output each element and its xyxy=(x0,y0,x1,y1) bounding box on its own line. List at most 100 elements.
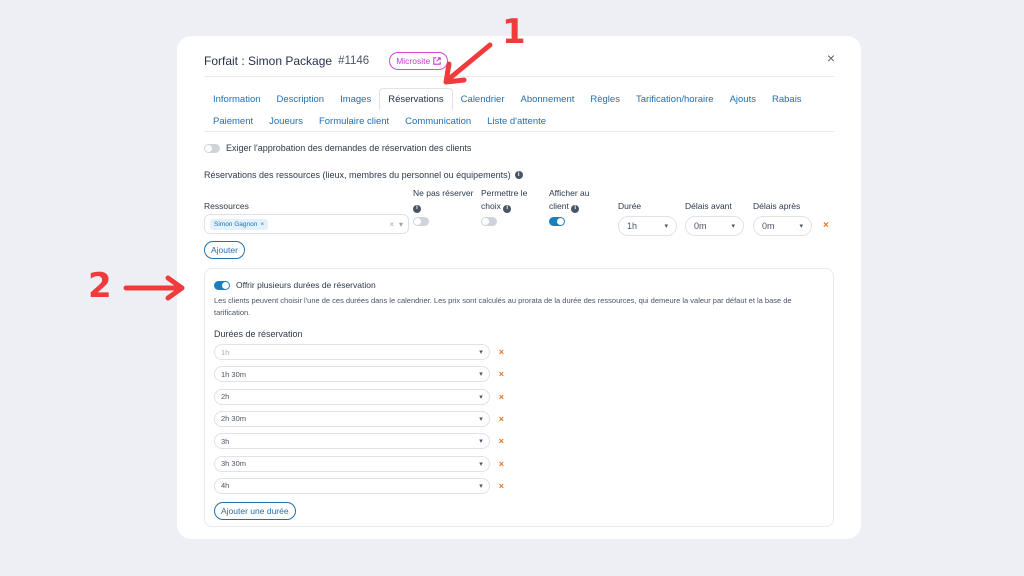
duration-option-value: 4h xyxy=(221,481,230,491)
annotation-number-2: 2 xyxy=(88,266,112,306)
col-allow-choice-line2: choix i xyxy=(481,200,527,213)
multi-duration-setting: Offrir plusieurs durées de réservation xyxy=(214,280,376,290)
tab-rabais[interactable]: Rabais xyxy=(764,88,810,110)
approval-toggle[interactable] xyxy=(204,143,220,153)
tab-description[interactable]: Description xyxy=(269,88,333,110)
col-resources: Ressources xyxy=(204,201,249,211)
duration-option-value: 1h 30m xyxy=(221,369,247,379)
delay-after-value: 0m xyxy=(762,221,775,231)
duration-option-select[interactable]: 3h ▾ xyxy=(214,433,490,450)
duration-row: 3h ▾ × xyxy=(214,433,504,450)
delay-after-select[interactable]: 0m ▾ xyxy=(753,216,812,236)
col-show-client-line2-text: client xyxy=(549,201,569,211)
modal-title: Forfait : Simon Package #1146 Microsite xyxy=(204,52,449,70)
chevron-down-icon: ▾ xyxy=(479,393,483,401)
resources-select[interactable]: Simon Gagnon × × ▾ xyxy=(204,214,409,234)
tab-row-1: Information Description Images Réservations… xyxy=(205,88,835,110)
info-icon: i xyxy=(413,204,421,213)
tab-ajouts[interactable]: Ajouts xyxy=(722,88,764,110)
tabs-divider xyxy=(204,131,834,132)
duration-option-select[interactable]: 1h ▾ xyxy=(214,344,490,360)
annotation-arrow-icon xyxy=(123,275,185,301)
package-number: #1146 xyxy=(338,55,370,67)
multi-duration-description: Les clients peuvent choisir l'une de ces… xyxy=(214,296,792,317)
col-delay-after: Délais après xyxy=(753,201,801,211)
duration-option-value: 2h xyxy=(221,392,230,402)
tab-communication[interactable]: Communication xyxy=(397,110,479,132)
allow-choice-toggle[interactable] xyxy=(481,217,497,226)
clear-icon[interactable]: × xyxy=(389,220,394,229)
remove-resource-icon[interactable]: × xyxy=(823,220,829,231)
add-resource-button[interactable]: Ajouter xyxy=(204,241,245,259)
resource-chip-label: Simon Gagnon xyxy=(214,220,258,228)
resource-chip: Simon Gagnon × xyxy=(210,218,269,230)
chip-remove-icon[interactable]: × xyxy=(260,221,264,228)
col-allow-choice-line2-text: choix xyxy=(481,201,501,211)
tab-tarification-horaire[interactable]: Tarification/horaire xyxy=(628,88,722,110)
multi-duration-toggle[interactable] xyxy=(214,280,230,290)
select-controls: × ▾ xyxy=(389,220,403,229)
chevron-down-icon: ▾ xyxy=(664,223,668,230)
tab-formulaire-client[interactable]: Formulaire client xyxy=(311,110,397,132)
resources-heading-text: Réservations des ressources (lieux, memb… xyxy=(204,170,511,180)
delay-before-value: 0m xyxy=(694,221,707,231)
col-allow-choice: Permettre le choix i xyxy=(481,187,527,213)
resources-heading: Réservations des ressources (lieux, memb… xyxy=(204,170,523,180)
chevron-down-icon: ▾ xyxy=(731,223,735,230)
chevron-down-icon: ▾ xyxy=(479,415,483,423)
duration-row: 1h ▾ × xyxy=(214,344,504,360)
delay-before-select[interactable]: 0m ▾ xyxy=(685,216,744,236)
chevron-down-icon[interactable]: ▾ xyxy=(399,220,403,229)
remove-duration-icon[interactable]: × xyxy=(499,436,504,446)
duration-option-select[interactable]: 3h 30m ▾ xyxy=(214,455,490,472)
add-duration-button[interactable]: Ajouter une durée xyxy=(214,502,296,521)
tab-bar: Information Description Images Réservations… xyxy=(205,88,835,132)
tab-abonnement[interactable]: Abonnement xyxy=(513,88,583,110)
duration-option-select[interactable]: 4h ▾ xyxy=(214,477,490,494)
duration-row: 3h 30m ▾ × xyxy=(214,455,504,472)
show-client-toggle[interactable] xyxy=(549,217,565,226)
duration-row: 4h ▾ × xyxy=(214,477,504,494)
info-icon: i xyxy=(514,171,523,179)
duration-option-select[interactable]: 2h ▾ xyxy=(214,388,490,405)
info-icon: i xyxy=(503,204,512,213)
duration-option-select[interactable]: 1h 30m ▾ xyxy=(214,366,490,383)
remove-duration-icon[interactable]: × xyxy=(499,459,504,469)
duration-option-select[interactable]: 2h 30m ▾ xyxy=(214,410,490,427)
close-icon[interactable]: × xyxy=(827,50,835,66)
tab-information[interactable]: Information xyxy=(205,88,269,110)
col-show-client-line1: Afficher au xyxy=(549,188,590,198)
col-no-reserve-label: Ne pas réserver xyxy=(413,188,474,198)
approval-setting: Exiger l'approbation des demandes de rés… xyxy=(204,143,471,153)
no-reserve-toggle[interactable] xyxy=(413,217,429,226)
duration-option-value: 2h 30m xyxy=(221,414,247,424)
annotation-number-1: 1 xyxy=(502,12,526,52)
remove-duration-icon[interactable]: × xyxy=(499,369,504,379)
approval-label: Exiger l'approbation des demandes de rés… xyxy=(226,143,472,153)
tab-images[interactable]: Images xyxy=(332,88,379,110)
tab-r-gles[interactable]: Règles xyxy=(582,88,628,110)
duration-select[interactable]: 1h ▾ xyxy=(618,216,677,236)
tab-row-2: Paiement Joueurs Formulaire client Communic… xyxy=(205,110,835,132)
col-allow-choice-line1: Permettre le xyxy=(481,188,528,198)
tab-liste-d-attente[interactable]: Liste d'attente xyxy=(479,110,554,132)
chevron-down-icon: ▾ xyxy=(479,460,483,468)
duration-value: 1h xyxy=(627,221,638,231)
duration-row: 2h ▾ × xyxy=(214,388,504,405)
remove-duration-icon[interactable]: × xyxy=(499,392,504,402)
duration-option-value: 3h 30m xyxy=(221,459,247,468)
tab-paiement[interactable]: Paiement xyxy=(205,110,261,132)
chevron-down-icon: ▾ xyxy=(479,349,483,356)
remove-duration-icon[interactable]: × xyxy=(499,414,504,424)
remove-duration-icon[interactable]: × xyxy=(499,481,504,491)
package-title: Forfait : Simon Package xyxy=(204,54,333,68)
col-show-client: Afficher au client i xyxy=(549,187,589,213)
tab-calendrier[interactable]: Calendrier xyxy=(453,88,513,110)
col-duration: Durée xyxy=(618,201,642,211)
tab-joueurs[interactable]: Joueurs xyxy=(261,110,311,132)
tab-r-servations[interactable]: Réservations xyxy=(379,88,453,110)
chevron-down-icon: ▾ xyxy=(799,223,803,230)
annotation-arrow-icon xyxy=(443,42,493,85)
remove-duration-icon[interactable]: × xyxy=(499,347,504,357)
microsite-label: Microsite xyxy=(396,56,431,66)
